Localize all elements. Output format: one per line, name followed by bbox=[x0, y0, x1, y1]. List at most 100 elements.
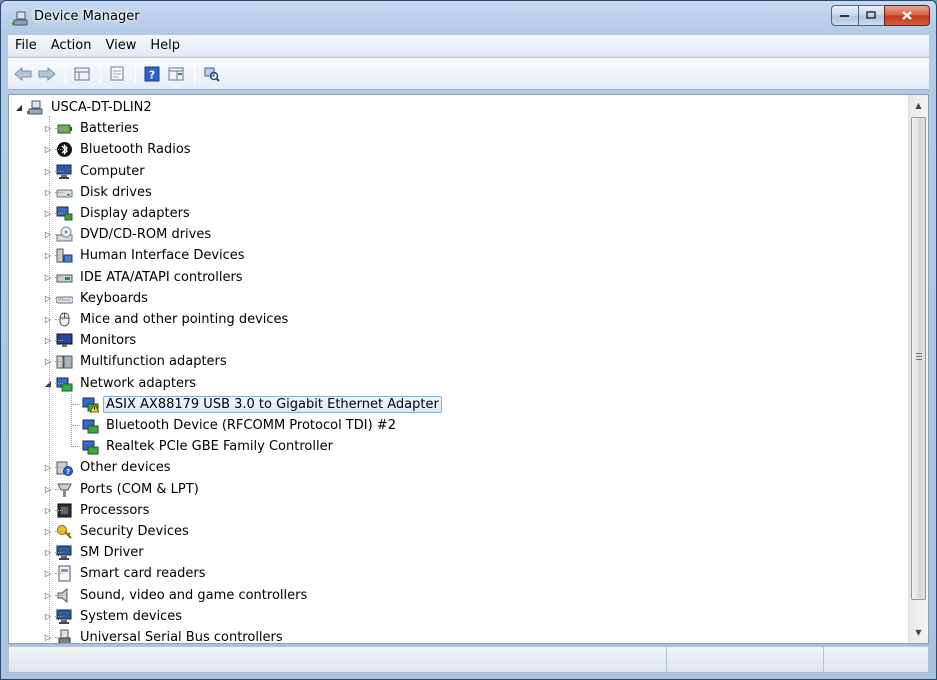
forward-button[interactable] bbox=[36, 63, 58, 85]
menu-action[interactable]: Action bbox=[44, 36, 99, 56]
tree-guide-line bbox=[55, 213, 63, 214]
tree-root[interactable]: ◢ USCA-DT-DLIN2 bbox=[14, 97, 155, 118]
tree-category-label: Keyboards bbox=[80, 290, 148, 306]
tree-category-label: Universal Serial Bus controllers bbox=[80, 630, 283, 644]
tree-guide-line bbox=[55, 191, 63, 193]
scan-hardware-icon bbox=[204, 67, 220, 82]
tree-guide-line bbox=[49, 116, 50, 643]
tree-guide-line bbox=[72, 425, 80, 426]
tree-guide-line bbox=[55, 128, 63, 130]
tree-guide-line bbox=[72, 446, 80, 448]
device-tree-pane[interactable]: ◢ USCA-DT-DLIN2 ▷ Batteries ▷ Bluetooth Rad… bbox=[8, 94, 929, 644]
expand-triangle-icon[interactable]: ▷ bbox=[43, 145, 53, 155]
tree-category-smart-card-readers[interactable]: ▷ Smart card readers bbox=[43, 563, 208, 584]
tree-guide-line bbox=[55, 531, 63, 532]
tree-category-label: Processors bbox=[80, 502, 150, 518]
expand-triangle-icon[interactable]: ▷ bbox=[43, 611, 53, 621]
tree-guide-line bbox=[55, 297, 63, 299]
maximize-button[interactable] bbox=[858, 5, 884, 26]
network-adapter-icon bbox=[82, 417, 99, 434]
tree-category-label: Monitors bbox=[80, 333, 137, 349]
tree-category-label: Display adapters bbox=[80, 206, 190, 221]
tree-category-label: Ports (COM & LPT) bbox=[80, 481, 199, 497]
expand-triangle-icon[interactable]: ▷ bbox=[43, 569, 53, 579]
tree-category-dvd-cd-rom-drives[interactable]: ▷ DVD/CD-ROM drives bbox=[43, 224, 214, 245]
tree-category-universal-serial-bus-controllers[interactable]: ▷ Universal Serial Bus controllers bbox=[43, 627, 286, 644]
expand-triangle-icon[interactable]: ▷ bbox=[43, 230, 53, 240]
expand-triangle-icon[interactable]: ▷ bbox=[43, 633, 53, 643]
tree-category-multifunction-adapters[interactable]: ▷ Multifunction adapters bbox=[43, 351, 230, 372]
tree-category-label: Network adapters bbox=[80, 375, 197, 391]
action-pane-button[interactable] bbox=[165, 63, 187, 85]
tree-category-system-devices[interactable]: ▷ System devices bbox=[43, 606, 185, 627]
tree-category-ports-com-lpt[interactable]: ▷ Ports (COM & LPT) bbox=[43, 479, 202, 500]
collapse-triangle-icon[interactable]: ◢ bbox=[14, 103, 24, 113]
properties-grid-icon bbox=[74, 67, 90, 80]
tree-guide-line bbox=[55, 340, 63, 342]
expand-triangle-icon[interactable]: ▷ bbox=[43, 336, 53, 346]
title-bar[interactable]: Device Manager bbox=[1, 1, 936, 35]
tree-category-network-adapters[interactable]: ◢ Network adapters bbox=[43, 373, 199, 394]
forward-arrow-icon bbox=[38, 66, 56, 81]
expand-triangle-icon[interactable]: ▷ bbox=[43, 315, 53, 325]
expand-triangle-icon[interactable]: ▷ bbox=[43, 293, 53, 303]
tree-category-security-devices[interactable]: ▷ Security Devices bbox=[43, 521, 192, 542]
toolbar-separator bbox=[194, 63, 195, 84]
tree-category-ide-ata-atapi-controllers[interactable]: ▷ IDE ATA/ATAPI controllers bbox=[43, 267, 246, 288]
tree-guide-line bbox=[71, 393, 72, 448]
close-button[interactable] bbox=[884, 5, 930, 26]
tree-category-mice-and-other-pointing-devices[interactable]: ▷ Mice and other pointing devices bbox=[43, 309, 291, 330]
expand-triangle-icon[interactable]: ▷ bbox=[43, 484, 53, 494]
network-warning-icon bbox=[82, 396, 99, 413]
toolbar-separator bbox=[135, 63, 136, 84]
tree-device-item[interactable]: Realtek PCIe GBE Family Controller bbox=[79, 436, 336, 457]
expand-triangle-icon[interactable]: ▷ bbox=[43, 124, 53, 134]
show-hidden-button[interactable] bbox=[106, 63, 128, 85]
expand-triangle-icon[interactable]: ▷ bbox=[43, 590, 53, 600]
minimize-button[interactable] bbox=[831, 5, 858, 26]
tree-category-label: SM Driver bbox=[80, 545, 144, 561]
tree-device-item[interactable]: ASIX AX88179 USB 3.0 to Gigabit Ethernet… bbox=[79, 394, 442, 415]
action-pane-icon bbox=[168, 67, 184, 80]
tree-category-bluetooth-radios[interactable]: ▷ Bluetooth Radios bbox=[43, 139, 194, 160]
tree-guide-line bbox=[55, 319, 63, 320]
expand-triangle-icon[interactable]: ▷ bbox=[43, 187, 53, 197]
device-tree: ◢ USCA-DT-DLIN2 ▷ Batteries ▷ Bluetooth Rad… bbox=[9, 95, 908, 643]
collapse-triangle-icon[interactable]: ◢ bbox=[43, 378, 53, 388]
tree-category-label: Bluetooth Radios bbox=[80, 142, 191, 158]
expand-triangle-icon[interactable]: ▷ bbox=[43, 548, 53, 558]
scroll-down-button[interactable]: ▼ bbox=[909, 624, 928, 641]
menu-view[interactable]: View bbox=[98, 36, 143, 56]
tree-category-display-adapters[interactable]: ▷ Display adapters bbox=[43, 203, 193, 224]
expand-triangle-icon[interactable]: ▷ bbox=[43, 272, 53, 282]
menu-file[interactable]: File bbox=[8, 36, 44, 56]
status-bar bbox=[8, 646, 929, 673]
help-button[interactable]: ? bbox=[141, 63, 163, 85]
tree-guide-line bbox=[55, 467, 63, 469]
tree-category-sound-video-and-game-controllers[interactable]: ▷ Sound, video and game controllers bbox=[43, 585, 310, 606]
tree-category-label: Mice and other pointing devices bbox=[80, 312, 289, 327]
expand-triangle-icon[interactable]: ▷ bbox=[43, 166, 53, 176]
tree-device-item[interactable]: Bluetooth Device (RFCOMM Protocol TDI) #… bbox=[79, 415, 399, 436]
scan-hardware-button[interactable] bbox=[200, 63, 222, 85]
expand-triangle-icon[interactable]: ▷ bbox=[43, 357, 53, 367]
status-pane-tertiary bbox=[824, 647, 928, 672]
tree-guide-line bbox=[55, 615, 63, 617]
tree-guide-line bbox=[55, 594, 63, 596]
menu-bar: File Action View Help bbox=[8, 35, 929, 57]
scroll-thumb[interactable] bbox=[911, 117, 926, 600]
expand-triangle-icon[interactable]: ▷ bbox=[43, 527, 53, 537]
scroll-up-button[interactable]: ▲ bbox=[909, 97, 928, 114]
close-icon bbox=[902, 11, 912, 20]
expand-triangle-icon[interactable]: ▷ bbox=[43, 209, 53, 219]
expand-triangle-icon[interactable]: ▷ bbox=[43, 251, 53, 261]
vertical-scrollbar[interactable]: ▲ ▼ bbox=[908, 95, 928, 643]
menu-help[interactable]: Help bbox=[143, 36, 187, 56]
expand-triangle-icon[interactable]: ▷ bbox=[43, 505, 53, 515]
tree-category-human-interface-devices[interactable]: ▷ Human Interface Devices bbox=[43, 245, 248, 266]
back-arrow-icon bbox=[14, 66, 32, 81]
properties-button[interactable] bbox=[71, 63, 93, 85]
tree-guide-line bbox=[55, 234, 63, 236]
expand-triangle-icon[interactable]: ▷ bbox=[43, 463, 53, 473]
back-button[interactable] bbox=[12, 63, 34, 85]
